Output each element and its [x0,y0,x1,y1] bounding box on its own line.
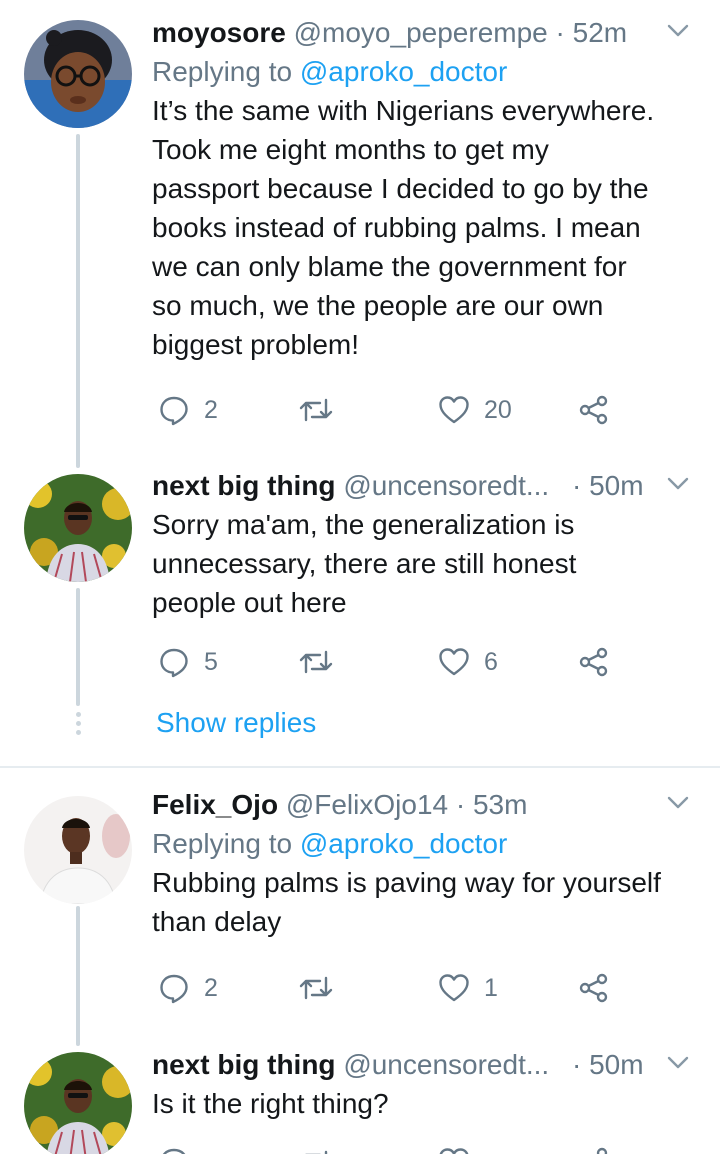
tweet-actions: 5 6 [152,642,622,682]
retweet-button[interactable] [298,642,334,682]
replying-to-label: Replying to [152,56,293,87]
tweet[interactable]: next big thing @uncensoredt... · 50m Sor… [0,470,720,700]
tweet-text-line: Is it the right thing? [152,1088,389,1119]
tweet[interactable]: Felix_Ojo @FelixOjo14 · 53m Replying to … [0,770,720,1050]
avatar[interactable] [24,20,132,128]
reply-icon [162,1148,186,1154]
tweet-text-line: unnecessary, there are still honest [152,548,577,579]
reply-count: 2 [204,395,218,424]
reply-count: 2 [204,973,218,1002]
retweet-button[interactable] [298,1142,334,1154]
chevron-down-icon[interactable] [664,469,692,497]
retweet-icon [305,1150,328,1154]
timestamp[interactable]: · 52m [556,17,628,48]
tweet-text: Sorry ma'am, the generalization is unnec… [152,505,700,622]
tweet-header: next big thing @uncensoredt... · 50m [152,1046,700,1084]
tweet-header: moyosore @moyo_peperempe · 52m [152,14,700,52]
like-button[interactable]: 20 [438,390,512,430]
user-handle[interactable]: @moyo_peperempe [294,17,548,48]
display-name[interactable]: next big thing [152,1049,336,1080]
display-name[interactable]: Felix_Ojo [152,789,278,820]
tweet[interactable]: next big thing @uncensoredt... · 50m Is … [0,1049,720,1154]
replying-to-link[interactable]: @aproko_doctor [300,56,507,87]
user-handle[interactable]: @uncensoredt... [343,1049,549,1080]
replying-to-link[interactable]: @aproko_doctor [300,828,507,859]
reply-icon [160,648,188,678]
tweet-actions: 2 20 [152,390,622,430]
tweet-text-line: It’s the same with Nigerians everywhere. [152,95,655,126]
tweet-text-line: biggest problem! [152,329,360,360]
like-icon [439,974,469,1002]
tweet-text: Is it the right thing? [152,1084,700,1123]
share-button[interactable] [578,968,610,1008]
avatar[interactable] [24,474,132,582]
tweet-text-line: books instead of rubbing palms. I mean [152,212,641,243]
tweet-text: Rubbing palms is paving way for yourself… [152,863,700,941]
share-button[interactable] [578,1142,610,1154]
tweet-text-line: Rubbing palms is paving way for yourself [152,867,661,898]
share-icon [596,1147,608,1154]
reply-button[interactable]: 2 [158,968,218,1008]
chevron-down-icon[interactable] [664,788,692,816]
share-button[interactable] [578,390,610,430]
retweet-icon [299,650,333,674]
share-icon [579,395,608,425]
user-handle[interactable]: @FelixOjo14 [286,789,448,820]
replying-to: Replying to @aproko_doctor [152,824,700,863]
retweet-button[interactable] [298,390,334,430]
tweet-header: next big thing @uncensoredt... · 50m [152,467,700,505]
replying-to: Replying to @aproko_doctor [152,52,700,91]
thread-more-dots [75,712,81,739]
like-icon [439,1148,469,1154]
reply-icon [160,974,188,1004]
reply-button[interactable] [158,1142,190,1154]
timestamp[interactable]: · 53m [456,789,528,820]
replying-to-label: Replying to [152,828,293,859]
like-count: 20 [484,395,512,424]
like-icon [439,396,469,424]
share-icon [579,647,608,677]
retweet-button[interactable] [298,968,334,1008]
tweet-text-line: Took me eight months to get my [152,134,549,165]
tweet-text-line: than delay [152,906,282,937]
avatar[interactable] [24,1052,132,1154]
reply-button[interactable]: 5 [158,642,218,682]
tweet[interactable]: moyosore @moyo_peperempe · 52m Replying … [0,0,720,470]
retweet-icon [299,976,333,1000]
like-count: 1 [484,973,498,1002]
tweet-actions [152,1142,622,1154]
tweet-text-line: passport because I decided to go by the [152,173,649,204]
tweet-text-line: people out here [152,587,347,618]
tweet-text-line: we can only blame the government for [152,251,627,282]
tweet-header: Felix_Ojo @FelixOjo14 · 53m [152,786,700,824]
display-name[interactable]: next big thing [152,470,336,501]
retweet-icon [299,398,333,422]
reply-button[interactable]: 2 [158,390,218,430]
like-icon [439,648,469,676]
chevron-down-icon[interactable] [664,1048,692,1076]
display-name[interactable]: moyosore [152,17,286,48]
show-replies-link[interactable]: Show replies [156,703,316,743]
divider [0,766,720,768]
timestamp[interactable]: · 50m [572,1046,644,1084]
tweet-text: It’s the same with Nigerians everywhere.… [152,91,700,364]
avatar[interactable] [24,796,132,904]
share-icon [579,973,608,1003]
tweet-text-line: so much, we the people are our own [152,290,604,321]
like-button[interactable]: 1 [438,968,498,1008]
reply-count: 5 [204,647,218,676]
share-button[interactable] [578,642,610,682]
timestamp[interactable]: · 50m [572,467,644,505]
tweet-text-line: Sorry ma'am, the generalization is [152,509,575,540]
chevron-down-icon[interactable] [664,16,692,44]
like-button[interactable] [438,1142,470,1154]
like-count: 6 [484,647,498,676]
user-handle[interactable]: @uncensoredt... [343,470,549,501]
reply-icon [160,396,188,426]
tweet-actions: 2 1 [152,968,622,1008]
like-button[interactable]: 6 [438,642,498,682]
